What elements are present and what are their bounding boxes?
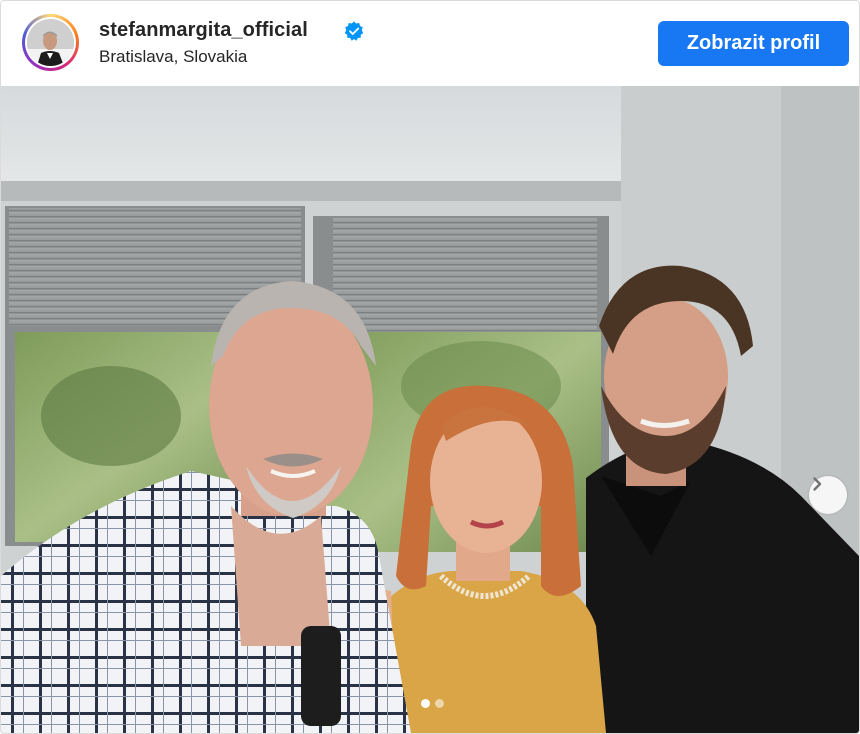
username[interactable]: stefanmargita_official	[99, 19, 308, 42]
carousel-dot-active	[421, 699, 430, 708]
location-link[interactable]: Bratislava, Slovakia	[99, 47, 247, 67]
post-embed: stefanmargita_official Bratislava, Slova…	[0, 0, 860, 734]
post-photo[interactable]	[1, 86, 859, 733]
chevron-right-icon	[813, 477, 822, 491]
story-ring[interactable]	[22, 14, 79, 71]
verified-badge-icon	[344, 21, 364, 41]
avatar-photo	[27, 19, 74, 66]
post-header: stefanmargita_official Bratislava, Slova…	[1, 1, 859, 85]
carousel-indicator	[421, 699, 444, 708]
carousel-next-button[interactable]	[809, 476, 847, 514]
avatar[interactable]	[25, 17, 76, 68]
carousel-dot	[435, 699, 444, 708]
view-profile-button[interactable]: Zobrazit profil	[658, 21, 849, 66]
photo-illustration	[1, 86, 859, 733]
